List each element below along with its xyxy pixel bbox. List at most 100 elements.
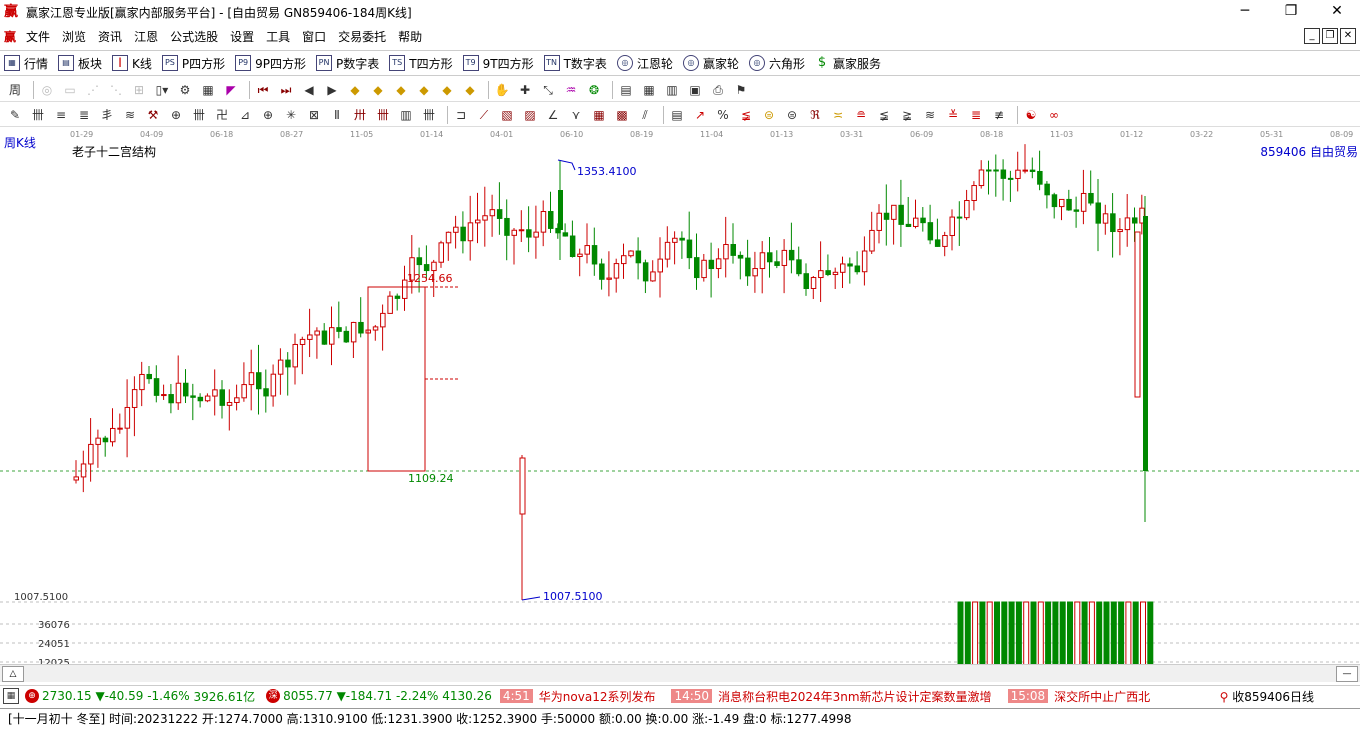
percent-icon[interactable]: %	[714, 106, 732, 124]
draw-tool-icon-31[interactable]: ≨	[737, 106, 755, 124]
nav-gann-wheel-button[interactable]: ◎ 江恩轮	[616, 55, 673, 72]
tool-icon-22[interactable]: ⤡	[539, 81, 557, 99]
period-dropdown-icon[interactable]: 周▾	[6, 81, 24, 115]
diamond-icon-1[interactable]: ◆	[346, 81, 364, 99]
draw-tool-icon-22[interactable]: ▨	[521, 106, 539, 124]
draw-tool-icon-33[interactable]: ⊜	[783, 106, 801, 124]
minimize-icon[interactable]: ─	[1222, 0, 1268, 24]
tool-icon-7[interactable]: ⚙	[176, 81, 194, 99]
print-icon[interactable]: ⎙	[709, 81, 727, 99]
nav-9t-square-button[interactable]: T9 9T四方形	[462, 55, 534, 72]
prev-icon[interactable]: ◀	[300, 81, 318, 99]
tool-icon-2[interactable]: ▭	[61, 81, 79, 99]
nav-9p-square-button[interactable]: P9 9P四方形	[235, 55, 306, 72]
draw-tool-icon-10[interactable]: ⊿	[236, 106, 254, 124]
news-item[interactable]: 华为nova12系列发布	[539, 688, 656, 705]
pen-icon[interactable]: ✎	[6, 106, 24, 124]
nav-t-square-button[interactable]: TS T四方形	[389, 55, 453, 72]
tool-icon-27[interactable]: ▥	[663, 81, 681, 99]
draw-tool-icon-4[interactable]: 丯	[98, 106, 116, 124]
draw-tool-icon-38[interactable]: ≩	[898, 106, 916, 124]
index-sz[interactable]: 深 8055.77 ▼-184.71 -2.24% 4130.26	[263, 689, 492, 703]
crosshair-icon[interactable]: ✚	[516, 81, 534, 99]
draw-tool-icon-8[interactable]: 卌	[190, 106, 208, 124]
draw-tool-icon-5[interactable]: ≋	[121, 106, 139, 124]
draw-tool-icon-28[interactable]: ▤	[668, 106, 686, 124]
draw-tool-icon-11[interactable]: ⊕	[259, 106, 277, 124]
scroll-right-icon[interactable]: —	[1336, 666, 1358, 682]
mdi-restore-icon[interactable]: ❐	[1322, 28, 1338, 44]
chart-scrollbar[interactable]: △ —	[0, 664, 1360, 682]
draw-tool-icon-27[interactable]: ⫽	[636, 106, 654, 124]
draw-tool-icon-21[interactable]: ▧	[498, 106, 516, 124]
draw-tool-icon-23[interactable]: ∠	[544, 106, 562, 124]
diamond-icon-5[interactable]: ◆	[438, 81, 456, 99]
draw-tool-icon-6[interactable]: ⚒	[144, 106, 162, 124]
menu-settings[interactable]: 设置	[224, 28, 260, 45]
draw-tool-icon-40[interactable]: ≚	[944, 106, 962, 124]
draw-tool-icon-16[interactable]: 卌	[374, 106, 392, 124]
draw-tool-icon-1[interactable]: 卌	[29, 106, 47, 124]
draw-tool-icon-37[interactable]: ≨	[875, 106, 893, 124]
grid-icon[interactable]: ▦	[3, 688, 19, 704]
draw-tool-icon-2[interactable]: ≡	[52, 106, 70, 124]
draw-tool-icon-3[interactable]: ≣	[75, 106, 93, 124]
draw-tool-icon-25[interactable]: ▦	[590, 106, 608, 124]
menu-gann[interactable]: 江恩	[128, 28, 164, 45]
infinity-icon[interactable]: ∞	[1045, 106, 1063, 124]
last-bar-icon[interactable]: ⏭	[277, 81, 295, 99]
nav-t-number-button[interactable]: TN T数字表	[543, 55, 607, 72]
draw-tool-icon-26[interactable]: ▩	[613, 106, 631, 124]
draw-tool-icon-39[interactable]: ≋	[921, 106, 939, 124]
draw-tool-icon-32[interactable]: ⊜	[760, 106, 778, 124]
diamond-icon-3[interactable]: ◆	[392, 81, 410, 99]
nav-service-button[interactable]: $ 赢家服务	[815, 55, 881, 72]
calculator-icon[interactable]: ▦	[640, 81, 658, 99]
maximize-icon[interactable]: ❐	[1268, 0, 1314, 24]
draw-tool-icon-18[interactable]: 卌	[420, 106, 438, 124]
candle-type-icon[interactable]: ▯▾	[153, 81, 171, 99]
draw-tool-icon-13[interactable]: ⊠	[305, 106, 323, 124]
news-item[interactable]: 深交所中止广西北	[1054, 688, 1150, 705]
menu-help[interactable]: 帮助	[392, 28, 428, 45]
menu-tools[interactable]: 工具	[260, 28, 296, 45]
tool-icon-30[interactable]: ⚑	[732, 81, 750, 99]
hand-icon[interactable]: ✋	[493, 81, 511, 99]
draw-tool-icon-15[interactable]: 卅	[351, 106, 369, 124]
scroll-left-icon[interactable]: △	[2, 666, 24, 682]
draw-tool-icon-7[interactable]: ⊕	[167, 106, 185, 124]
draw-tool-icon-20[interactable]: ⟋	[475, 106, 493, 124]
draw-tool-icon-29[interactable]: ↗	[691, 106, 709, 124]
nav-winner-wheel-button[interactable]: ◎ 赢家轮	[682, 55, 739, 72]
mdi-close-icon[interactable]: ✕	[1340, 28, 1356, 44]
diamond-icon-6[interactable]: ◆	[461, 81, 479, 99]
nav-hexagon-button[interactable]: ◎ 六角形	[748, 55, 805, 72]
menu-info[interactable]: 资讯	[92, 28, 128, 45]
close-icon[interactable]: ✕	[1314, 0, 1360, 24]
tool-icon-24[interactable]: ❂	[585, 81, 603, 99]
draw-tool-icon-17[interactable]: ▥	[397, 106, 415, 124]
draw-tool-icon-12[interactable]: ✳	[282, 106, 300, 124]
draw-tool-icon-36[interactable]: ≘	[852, 106, 870, 124]
nav-quote-button[interactable]: ▦ 行情	[4, 55, 48, 72]
tool-icon-1[interactable]: ◎	[38, 81, 56, 99]
yinyang-icon[interactable]: ☯	[1022, 106, 1040, 124]
draw-tool-icon-41[interactable]: ≣	[967, 106, 985, 124]
tool-icon-23[interactable]: ♒	[562, 81, 580, 99]
draw-tool-icon-14[interactable]: Ⅱ	[328, 106, 346, 124]
news-item[interactable]: 消息称台积电2024年3nm新芯片设计定案数量激增	[718, 688, 991, 705]
tool-icon-4[interactable]: ⋱	[107, 81, 125, 99]
first-bar-icon[interactable]: ⏮	[254, 81, 272, 99]
menu-browse[interactable]: 浏览	[56, 28, 92, 45]
draw-tool-icon-9[interactable]: 卍	[213, 106, 231, 124]
draw-tool-icon-42[interactable]: ≢	[990, 106, 1008, 124]
tool-icon-8[interactable]: ▦	[199, 81, 217, 99]
right-quote[interactable]: ⚲ 收859406日线	[1213, 687, 1314, 705]
menu-logo-icon[interactable]: 赢	[4, 28, 16, 45]
diamond-icon-2[interactable]: ◆	[369, 81, 387, 99]
next-icon[interactable]: ▶	[323, 81, 341, 99]
tool-icon-9[interactable]: ◤	[222, 81, 240, 99]
nav-kline-button[interactable]: ┃ K线	[112, 55, 152, 72]
menu-formula[interactable]: 公式选股	[164, 28, 224, 45]
menu-window[interactable]: 窗口	[296, 28, 332, 45]
